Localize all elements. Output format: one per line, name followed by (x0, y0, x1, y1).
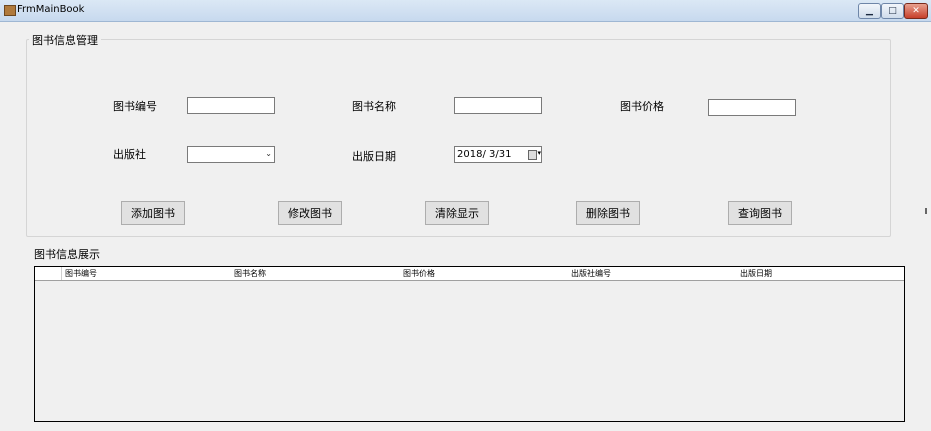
publish-date-picker[interactable]: 2018/ 3/31 ▾ (454, 146, 542, 163)
add-book-button[interactable]: 添加图书 (121, 201, 185, 225)
window-edge-marker (925, 208, 927, 214)
book-id-input[interactable] (187, 97, 275, 114)
minimize-button[interactable]: ▁ (858, 3, 881, 19)
row-header-corner[interactable] (35, 267, 62, 280)
window-title: FrmMainBook (17, 4, 85, 15)
column-header-book-price[interactable]: 图书价格 (403, 268, 435, 280)
book-name-input[interactable] (454, 97, 542, 114)
column-header-publish-date[interactable]: 出版日期 (740, 268, 772, 280)
book-data-grid[interactable]: 图书编号 图书名称 图书价格 出版社编号 出版日期 (34, 266, 905, 422)
publisher-label: 出版社 (113, 148, 146, 161)
app-icon (4, 5, 16, 16)
delete-book-button[interactable]: 删除图书 (576, 201, 640, 225)
maximize-icon: □ (888, 5, 897, 16)
publisher-combobox[interactable]: ⌄ (187, 146, 275, 163)
grid-title: 图书信息展示 (34, 248, 100, 261)
query-book-button[interactable]: 查询图书 (728, 201, 792, 225)
minimize-icon: ▁ (866, 5, 873, 16)
grid-header-row: 图书编号 图书名称 图书价格 出版社编号 出版日期 (35, 267, 904, 281)
close-button[interactable]: ✕ (904, 3, 928, 19)
book-name-label: 图书名称 (352, 100, 396, 113)
dropdown-arrow-icon[interactable]: ▾ (537, 149, 541, 157)
modify-book-button[interactable]: 修改图书 (278, 201, 342, 225)
maximize-button[interactable]: □ (881, 3, 904, 19)
calendar-icon[interactable] (528, 150, 537, 160)
clear-display-button[interactable]: 清除显示 (425, 201, 489, 225)
column-header-publisher-id[interactable]: 出版社编号 (571, 268, 611, 280)
column-header-book-name[interactable]: 图书名称 (234, 268, 266, 280)
chevron-down-icon[interactable]: ⌄ (265, 149, 272, 158)
book-id-label: 图书编号 (113, 100, 157, 113)
close-icon: ✕ (912, 5, 920, 16)
title-bar: FrmMainBook ▁ □ ✕ (0, 0, 931, 22)
column-header-book-id[interactable]: 图书编号 (65, 268, 97, 280)
groupbox-title: 图书信息管理 (29, 32, 101, 48)
book-price-input[interactable] (708, 99, 796, 116)
publish-date-value: 2018/ 3/31 (457, 149, 512, 160)
publish-date-label: 出版日期 (352, 150, 396, 163)
book-price-label: 图书价格 (620, 100, 664, 113)
